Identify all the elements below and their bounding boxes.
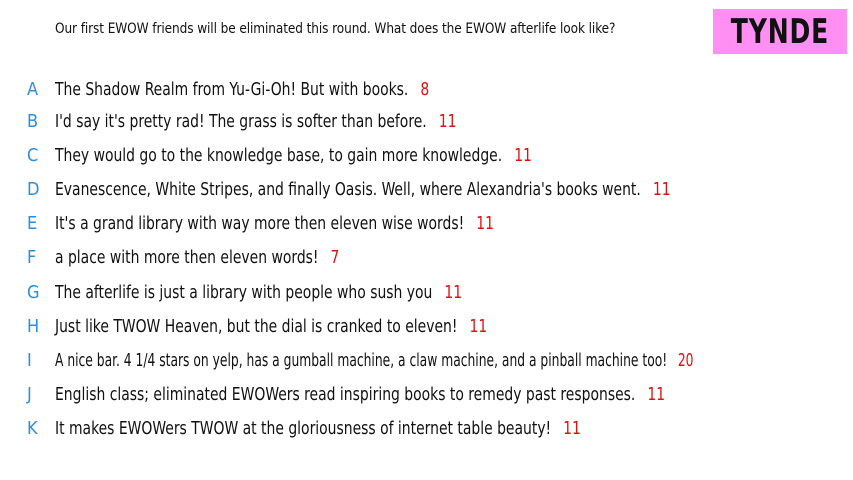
word-count: 11 — [563, 417, 581, 439]
response-text: The Shadow Realm from Yu-Gi-Oh! But with… — [55, 78, 409, 100]
word-count: 11 — [469, 315, 488, 337]
response-letter: B — [27, 110, 39, 132]
response-letter: I — [27, 349, 32, 371]
response-text: A nice bar. 4 1/4 stars on yelp, has a g… — [55, 349, 668, 371]
response-text: English class; eliminated EWOWers read i… — [55, 383, 636, 405]
response-letter: E — [27, 212, 38, 234]
contestant-name-badge: TYNDE — [713, 9, 847, 54]
word-count: 20 — [677, 349, 694, 371]
word-count: 11 — [444, 281, 463, 303]
word-count: 11 — [647, 383, 666, 405]
contestant-name: TYNDE — [730, 11, 830, 52]
response-text: I'd say it's pretty rad! The grass is so… — [55, 110, 427, 132]
response-text: The afterlife is just a library with peo… — [55, 281, 433, 303]
response-letter: G — [27, 281, 40, 303]
response-letter: H — [27, 315, 40, 337]
response-letter: A — [27, 78, 39, 100]
response-text: They would go to the knowledge base, to … — [55, 144, 503, 166]
word-count: 8 — [420, 78, 430, 100]
response-text: a place with more then eleven words! — [55, 246, 319, 268]
response-letter: J — [27, 383, 32, 405]
word-count: 11 — [514, 144, 532, 166]
response-letter: D — [27, 178, 40, 200]
response-text: Evanescence, White Stripes, and finally … — [55, 178, 641, 200]
response-text: Just like TWOW Heaven, but the dial is c… — [55, 315, 458, 337]
response-letter: K — [27, 417, 38, 439]
word-count: 11 — [438, 110, 457, 132]
response-text: It makes EWOWers TWOW at the gloriousnes… — [55, 417, 552, 439]
prompt-text: Our first EWOW friends will be eliminate… — [55, 21, 616, 37]
word-count: 7 — [330, 246, 340, 268]
response-letter: F — [27, 246, 37, 268]
response-text: It's a grand library with way more then … — [55, 212, 465, 234]
word-count: 11 — [652, 178, 671, 200]
response-letter: C — [27, 144, 39, 166]
word-count: 11 — [476, 212, 494, 234]
